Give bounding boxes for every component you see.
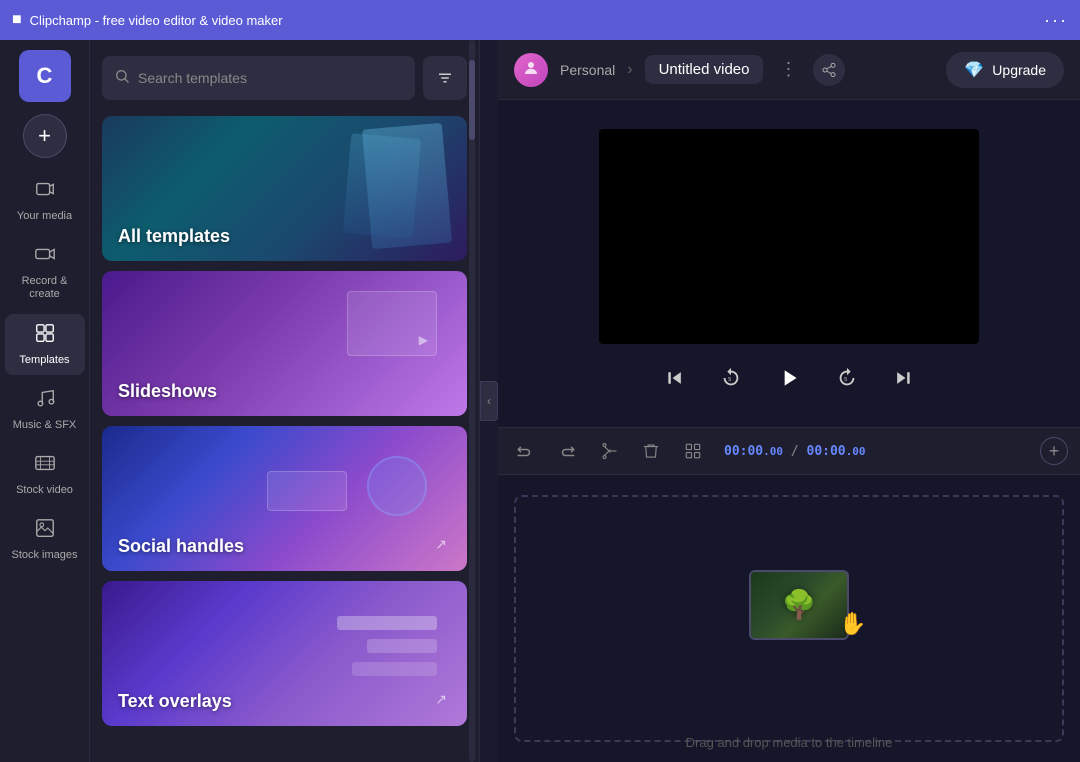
sidebar-item-templates[interactable]: Templates [5, 314, 85, 375]
template-card-all[interactable]: All templates [102, 116, 467, 261]
sidebar-item-stock-images[interactable]: Stock images [5, 509, 85, 570]
scrollbar-track [469, 40, 475, 762]
timeline-area: 🌳 ✋ Drag and drop media to the timeline [498, 475, 1080, 762]
drag-drop-hint: Drag and drop media to the timeline [686, 735, 893, 750]
current-time: 00:00.00 [724, 444, 791, 459]
template-card-slideshows[interactable]: Slideshows [102, 271, 467, 416]
project-options-icon[interactable]: ⋮ [779, 59, 797, 80]
skip-to-start-button[interactable] [657, 360, 693, 396]
template-slideshows-label: Slideshows [118, 381, 217, 402]
play-button[interactable] [769, 358, 809, 398]
drag-cursor-icon: ✋ [839, 611, 866, 637]
template-card-text-overlays[interactable]: ↗ Text overlays [102, 581, 467, 726]
delete-button[interactable] [636, 436, 666, 466]
undo-button[interactable] [510, 436, 540, 466]
total-time: 00:00.00 [807, 444, 866, 459]
templates-icon [34, 322, 56, 350]
sidebar-item-music-sfx-label: Music & SFX [13, 419, 77, 432]
chevron-left-icon: ‹ [487, 394, 491, 408]
time-separator: / [791, 444, 807, 459]
scrollbar-thumb[interactable] [469, 60, 475, 140]
editor-area: Personal › Untitled video ⋮ 💎 Upgrade [498, 40, 1080, 762]
template-social-handles-label: Social handles [118, 536, 244, 557]
sidebar-item-your-media-label: Your media [17, 210, 72, 223]
search-bar [90, 40, 479, 116]
stock-images-icon [34, 517, 56, 545]
playback-controls: 5 5 [657, 358, 921, 398]
filter-button[interactable] [423, 56, 467, 100]
logo-letter: C [37, 63, 53, 89]
svg-text:5: 5 [844, 377, 847, 383]
sidebar-item-record-create[interactable]: Record &create [5, 235, 85, 309]
clip-options-button[interactable] [678, 436, 708, 466]
cut-button[interactable] [594, 436, 624, 466]
titlebar: ■ Clipchamp - free video editor & video … [0, 0, 1080, 40]
tree-icon: 🌳 [782, 588, 817, 621]
record-create-icon [34, 243, 56, 271]
gem-icon: 💎 [964, 60, 984, 80]
breadcrumb-separator: › [627, 61, 632, 79]
breadcrumb-personal: Personal [560, 62, 615, 78]
project-name[interactable]: Untitled video [645, 55, 764, 84]
search-input[interactable] [138, 70, 403, 86]
sidebar-item-templates-label: Templates [19, 354, 69, 367]
skip-to-end-button[interactable] [885, 360, 921, 396]
app-logo[interactable]: C [19, 50, 71, 102]
timeline-toolbar: 00:00.00 / 00:00.00 + [498, 427, 1080, 475]
collapse-panel-button[interactable]: ‹ [480, 381, 498, 421]
redo-button[interactable] [552, 436, 582, 466]
template-text-overlays-label: Text overlays [118, 691, 232, 712]
titlebar-logo-icon: ■ [12, 11, 22, 29]
plus-icon: + [38, 123, 51, 149]
video-thumb-preview: 🌳 [751, 572, 847, 638]
video-preview-area: 5 5 [498, 100, 1080, 427]
video-canvas [599, 129, 979, 344]
template-all-label: All templates [118, 226, 230, 247]
sidebar-item-stock-images-label: Stock images [11, 549, 77, 562]
video-clip-thumbnail[interactable]: 🌳 [749, 570, 849, 640]
create-new-button[interactable]: + [23, 114, 67, 158]
titlebar-title: Clipchamp - free video editor & video ma… [30, 13, 283, 28]
upgrade-label: Upgrade [992, 62, 1046, 78]
templates-list: All templates Slideshows ↗ Social handle… [90, 116, 479, 762]
music-sfx-icon [34, 387, 56, 415]
editor-header: Personal › Untitled video ⋮ 💎 Upgrade [498, 40, 1080, 100]
add-track-button[interactable]: + [1040, 437, 1068, 465]
sidebar-item-your-media[interactable]: Your media [5, 170, 85, 231]
search-input-wrap[interactable] [102, 56, 415, 100]
sidebar: C + Your media Record &create [0, 40, 90, 762]
your-media-icon [34, 178, 56, 206]
titlebar-dots[interactable]: ··· [1044, 10, 1068, 31]
search-icon [114, 68, 130, 89]
titlebar-left: ■ Clipchamp - free video editor & video … [12, 11, 283, 29]
forward-5s-button[interactable]: 5 [829, 360, 865, 396]
sidebar-item-record-create-label: Record &create [22, 275, 68, 301]
templates-panel: All templates Slideshows ↗ Social handle… [90, 40, 480, 762]
svg-text:5: 5 [728, 377, 731, 383]
template-card-social-handles[interactable]: ↗ Social handles [102, 426, 467, 571]
share-button[interactable] [813, 54, 845, 86]
rewind-5s-button[interactable]: 5 [713, 360, 749, 396]
upgrade-button[interactable]: 💎 Upgrade [946, 52, 1064, 88]
stock-video-icon [34, 452, 56, 480]
plus-icon: + [1049, 441, 1060, 462]
timeline-time: 00:00.00 / 00:00.00 [724, 444, 866, 459]
sidebar-item-music-sfx[interactable]: Music & SFX [5, 379, 85, 440]
sidebar-item-stock-video[interactable]: Stock video [5, 444, 85, 505]
avatar [514, 53, 548, 87]
avatar-icon [522, 59, 540, 80]
sidebar-item-stock-video-label: Stock video [16, 484, 73, 497]
